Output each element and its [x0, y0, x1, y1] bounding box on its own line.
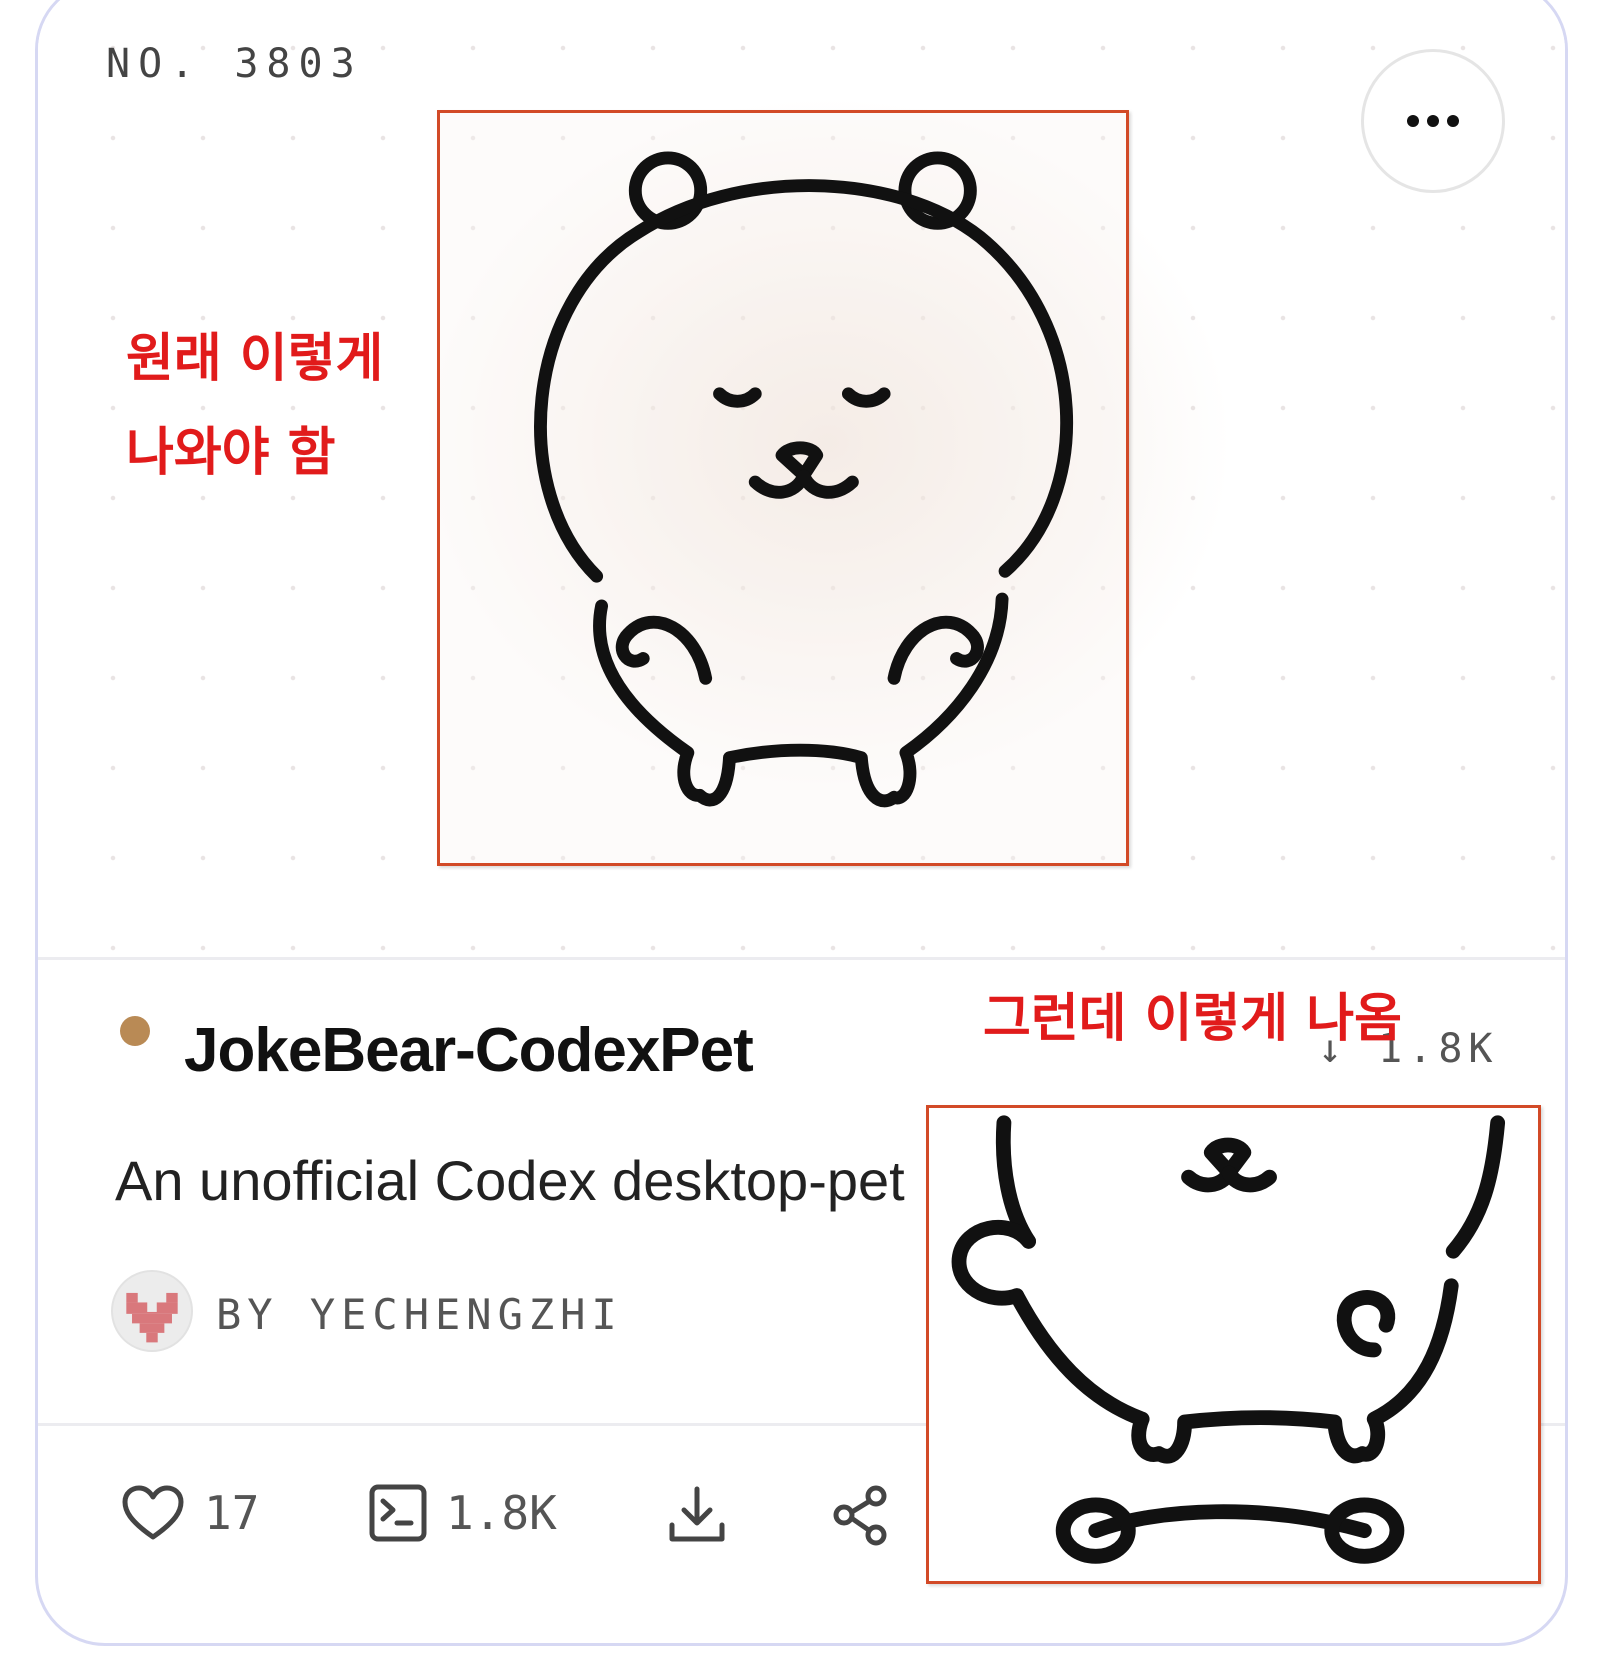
heart-icon — [122, 1485, 184, 1540]
pixel-heart-avatar-image — [126, 1292, 178, 1343]
bear-image — [534, 151, 1074, 808]
author-name[interactable]: BY YECHENGZHI — [216, 1290, 623, 1339]
more-button[interactable] — [1361, 49, 1505, 193]
avatar[interactable] — [111, 1270, 193, 1352]
status-dot — [120, 1016, 150, 1046]
annotation-expected: 원래 이렇게 나와야 함 — [126, 329, 384, 483]
share-button[interactable] — [828, 1483, 892, 1547]
cropped-bear-image — [951, 1115, 1506, 1564]
divider — [38, 957, 1565, 960]
annotation-actual: 그런데 이렇게 나옴 — [983, 989, 1402, 1049]
pet-name[interactable]: JokeBear-CodexPet — [184, 1015, 754, 1086]
download-button[interactable] — [666, 1483, 728, 1545]
run-count-button[interactable]: 1.8K — [368, 1483, 557, 1543]
run-count: 1.8K — [446, 1486, 557, 1540]
more-icon — [1407, 115, 1459, 127]
share-icon — [833, 1485, 887, 1546]
actual-pet-image-box — [926, 1105, 1541, 1584]
terminal-icon — [369, 1484, 427, 1542]
expected-pet-image-box — [437, 110, 1129, 866]
like-count: 17 — [204, 1486, 260, 1540]
download-icon — [669, 1486, 725, 1542]
card-number: NO. 3803 — [106, 41, 363, 87]
pet-description: An unofficial Codex desktop-pet — [115, 1149, 905, 1212]
like-button[interactable]: 17 — [120, 1483, 259, 1543]
